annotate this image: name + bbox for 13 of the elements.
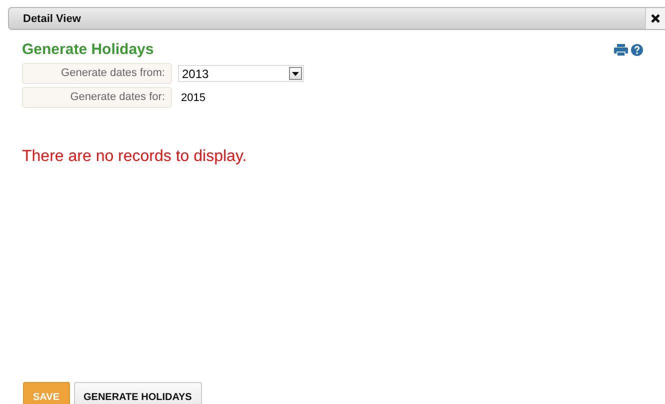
close-icon (651, 14, 660, 23)
help-icon[interactable] (631, 44, 643, 56)
field-value: 2015 (180, 92, 206, 104)
year-dropdown[interactable]: 2013 (178, 65, 304, 82)
caret-icon (292, 72, 299, 76)
window-title: Detail View (23, 12, 81, 24)
generate-button[interactable]: GENERATE HOLIDAYS (74, 382, 202, 404)
close-button[interactable] (645, 8, 665, 29)
empty-message: There are no records to display. (22, 148, 248, 166)
field-label: Generate dates for: (22, 87, 172, 108)
form-title: Generate Holidays (22, 41, 154, 58)
printer-icon[interactable] (614, 44, 628, 56)
field-label: Generate dates from: (22, 63, 172, 84)
